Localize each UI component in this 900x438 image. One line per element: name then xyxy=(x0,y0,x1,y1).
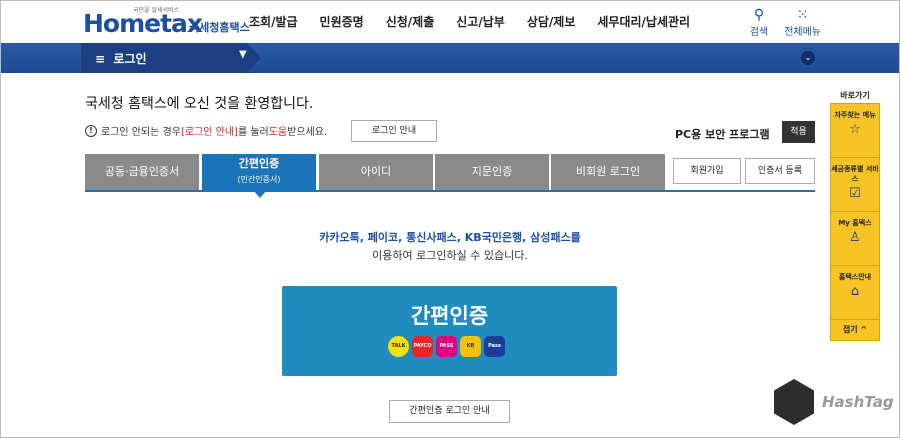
provider-icons: TALK PAYCO PASS KB Pass xyxy=(388,336,505,357)
caret-down-icon: ▼ xyxy=(239,49,247,60)
chevron-down-icon[interactable]: ⌄ xyxy=(801,51,815,65)
pc-security-label: PC용 보안 프로그램 xyxy=(675,128,770,141)
simple-auth-title: 간편인증 xyxy=(410,304,489,328)
checkbox-icon: ☑ xyxy=(849,186,861,201)
usage-description: 이용하여 로그인하실 수 있습니다. xyxy=(372,249,528,262)
tab-id[interactable]: 아이디 xyxy=(319,154,433,190)
alert-icon: ! xyxy=(85,124,97,137)
top-icons: ⚲ 검색 ⁙ 전체메뉴 xyxy=(750,7,821,38)
quick-item-guide[interactable]: 홈택스안내 ⌂ xyxy=(831,266,879,320)
tab-certificate[interactable]: 공동·금융인증서 xyxy=(85,154,199,190)
grid-icon: ⁙ xyxy=(796,7,809,23)
quick-panel-title: 바로가기 xyxy=(840,91,870,100)
tab-fingerprint[interactable]: 지문인증 xyxy=(435,154,549,190)
payco-icon: PAYCO xyxy=(412,336,433,357)
apply-button[interactable]: 적용 xyxy=(782,121,815,143)
hometax-logo[interactable]: 국민을 알세서비스 Hometax 국세청홈택스 xyxy=(83,5,253,39)
pass-icon: PASS xyxy=(436,336,457,357)
nav-item[interactable]: 세무대리/납세관리 xyxy=(597,13,690,30)
nav-item[interactable]: 신고/납부 xyxy=(456,13,505,30)
login-guide-button[interactable]: 로그인 안내 xyxy=(351,120,437,142)
welcome-title: 국세청 홈택스에 오신 것을 환영합니다. xyxy=(85,96,314,112)
active-tab-indicator xyxy=(253,190,267,198)
logo-subtitle: 국세청홈택스 xyxy=(189,21,250,34)
login-notice: ! 로그인 안되는 경우 [로그인 안내] 를 눌러 도움 받으세요. xyxy=(85,123,327,138)
register-cert-button[interactable]: 인증서 등록 xyxy=(745,158,815,184)
kakao-talk-icon: TALK xyxy=(388,336,409,357)
login-guide-link[interactable]: [로그인 안내] xyxy=(181,123,238,138)
menu-dropdown-label: ≡ 로그인 xyxy=(95,52,147,66)
allmenu-label: 전체메뉴 xyxy=(784,27,821,38)
samsung-pass-icon: Pass xyxy=(484,336,505,357)
simple-auth-button[interactable]: 간편인증 TALK PAYCO PASS KB Pass xyxy=(282,286,617,376)
search-button[interactable]: ⚲ 검색 xyxy=(750,7,768,38)
quick-panel-box: 자주찾는 메뉴 ☆ 세금종류별 서비스 ☑ My 홈택스 ♙ 홈택스안내 ⌂ 접… xyxy=(830,103,880,341)
join-button[interactable]: 회원가입 xyxy=(673,158,741,184)
quick-panel: 바로가기 자주찾는 메뉴 ☆ 세금종류별 서비스 ☑ My 홈택스 ♙ 홈택스안… xyxy=(830,89,880,344)
providers-description: 카카오톡, 페이코, 통신사패스, KB국민은행, 삼성패스를 xyxy=(319,231,581,244)
quick-item-my-hometax[interactable]: My 홈택스 ♙ xyxy=(831,212,879,266)
home-icon: ⌂ xyxy=(850,284,860,299)
quick-item-favorites[interactable]: 자주찾는 메뉴 ☆ xyxy=(831,104,879,158)
tab-simple-auth[interactable]: 간편인증 (민간인증서) xyxy=(202,154,316,190)
top-header: 국민을 알세서비스 Hometax 국세청홈택스 조회/발급 민원증명 신청/제… xyxy=(1,1,899,43)
nav-item[interactable]: 신청/제출 xyxy=(386,13,435,30)
watermark-text: HashTag xyxy=(822,393,894,411)
watermark: HashTag xyxy=(774,379,894,429)
search-label: 검색 xyxy=(749,27,769,38)
quick-panel-collapse[interactable]: 접기 ^ xyxy=(831,320,879,340)
nav-item[interactable]: 상담/제보 xyxy=(527,13,576,30)
kb-bank-icon: KB xyxy=(460,336,481,357)
allmenu-button[interactable]: ⁙ 전체메뉴 xyxy=(784,7,821,38)
hashtag-cube-logo xyxy=(774,379,814,425)
simple-auth-guide-button[interactable]: 간편인증 로그인 안내 xyxy=(389,400,510,423)
search-icon: ⚲ xyxy=(753,7,765,23)
star-icon: ☆ xyxy=(849,122,861,137)
menu-bar: ≡ 로그인 ▼ ⌄ xyxy=(1,43,899,73)
tab-non-member[interactable]: 비회원 로그인 xyxy=(551,154,665,190)
main-nav: 조회/발급 민원증명 신청/제출 신고/납부 상담/제보 세무대리/납세관리 xyxy=(249,13,712,30)
person-icon: ♙ xyxy=(849,230,861,245)
logo-text: Hometax xyxy=(83,9,203,38)
tab-underline xyxy=(85,190,815,192)
nav-item[interactable]: 민원증명 xyxy=(320,13,364,30)
nav-item[interactable]: 조회/발급 xyxy=(249,13,298,30)
quick-item-tax-services[interactable]: 세금종류별 서비스 ☑ xyxy=(831,158,879,212)
